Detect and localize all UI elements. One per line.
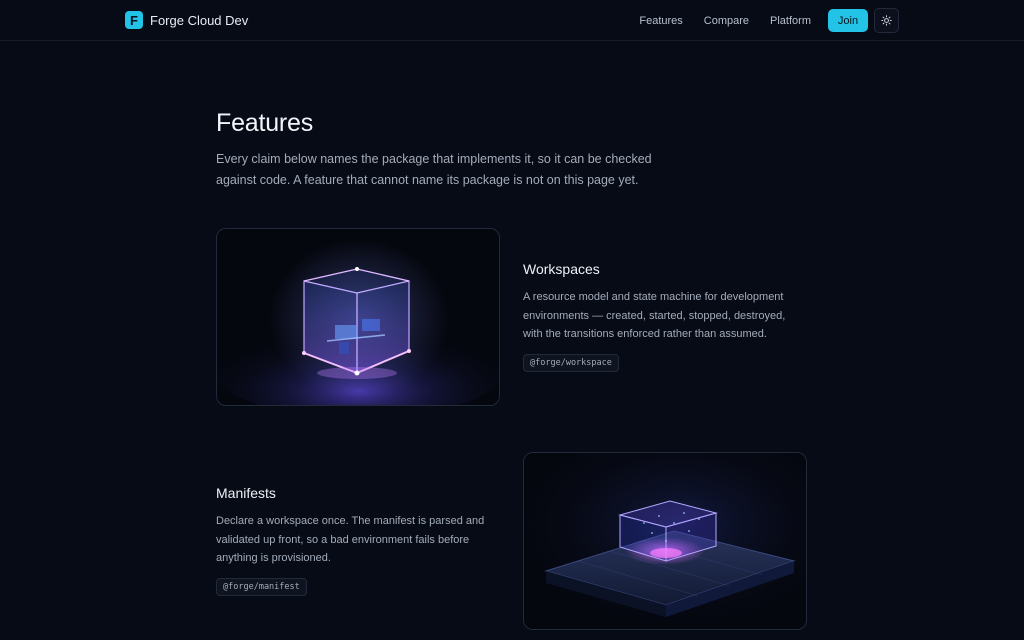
- main-nav: Features Compare Platform Join: [639, 8, 899, 33]
- brand-name: Forge Cloud Dev: [150, 12, 249, 28]
- package-badge: @forge/workspace: [523, 353, 619, 372]
- brand-link[interactable]: F Forge Cloud Dev: [125, 11, 248, 29]
- page-intro: Every claim below names the package that…: [216, 152, 652, 187]
- feature-workspaces: Workspaces A resource model and state ma…: [523, 261, 807, 372]
- brand-logo-icon: F: [125, 11, 143, 29]
- workspaces-illustration: [216, 228, 500, 406]
- sun-icon: [881, 15, 892, 26]
- nav-link-compare[interactable]: Compare: [704, 15, 749, 27]
- nav-link-platform[interactable]: Platform: [770, 15, 811, 27]
- feature-title: Workspaces: [523, 261, 600, 277]
- join-button[interactable]: Join: [828, 9, 868, 32]
- feature-manifests: Manifests Declare a workspace once. The …: [216, 485, 500, 596]
- feature-title: Manifests: [216, 485, 276, 501]
- nav-link-features[interactable]: Features: [639, 15, 682, 27]
- top-nav-bar: F Forge Cloud Dev Features Compare Platf…: [0, 0, 1024, 41]
- manifests-illustration: [523, 452, 807, 630]
- feature-description: A resource model and state machine for d…: [523, 291, 786, 340]
- package-badge: @forge/manifest: [216, 577, 307, 596]
- page-title: Features: [216, 109, 314, 137]
- theme-toggle-button[interactable]: [874, 8, 899, 33]
- feature-description: Declare a workspace once. The manifest i…: [216, 515, 485, 564]
